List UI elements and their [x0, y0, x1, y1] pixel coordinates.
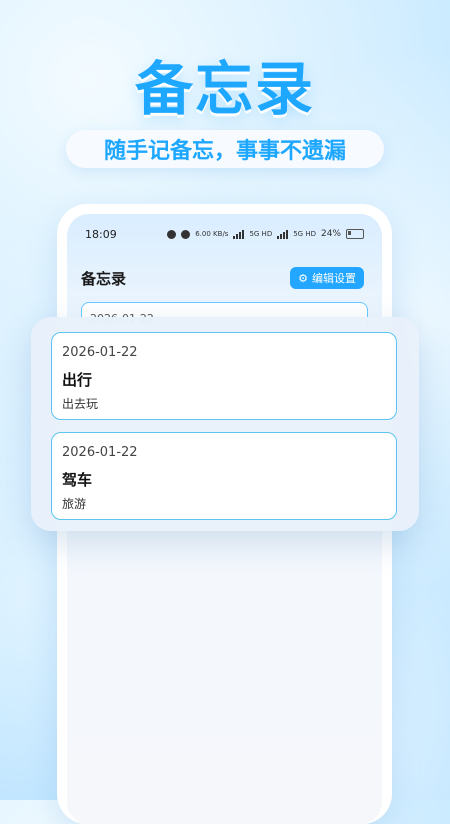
gear-icon: ⚙ [298, 271, 308, 285]
list-item[interactable]: 2026-01-22 驾车 旅游 [51, 432, 397, 520]
note-title: 驾车 [62, 471, 93, 489]
battery-icon [346, 229, 364, 239]
note-body: 出去玩 [62, 397, 99, 411]
status-bar: 18:09 6.00 KB/s 5G HD 5G HD 24% [85, 226, 364, 242]
note-title: 出行 [62, 371, 93, 389]
battery-percent: 24% [320, 229, 341, 239]
list-item[interactable]: 2026-01-22 出行 出去玩 [51, 332, 397, 420]
note-list-overlay: 2026-01-22 出行 出去玩 2026-01-22 驾车 旅游 [31, 317, 419, 531]
status-time: 18:09 [85, 227, 117, 241]
hero-subtitle: 随手记备忘，事事不遗漏 [66, 130, 384, 168]
signal-icon [233, 229, 245, 239]
edit-settings-button[interactable]: ⚙ 编辑设置 [290, 267, 364, 289]
page-title: 备忘录 [81, 270, 127, 288]
signal-icon-2 [277, 229, 289, 239]
network-label-1: 5G HD [249, 230, 273, 238]
status-icons: 6.00 KB/s 5G HD 5G HD 24% [167, 229, 364, 239]
note-date: 2026-01-22 [62, 445, 138, 460]
hero-title: 备忘录 [134, 55, 315, 123]
mute-icon [181, 229, 191, 239]
note-date: 2026-01-22 [62, 345, 138, 360]
edit-settings-label: 编辑设置 [312, 272, 356, 285]
alarm-icon [167, 229, 177, 239]
note-body: 旅游 [62, 497, 87, 511]
network-label-2: 5G HD [293, 230, 316, 238]
network-speed: 6.00 KB/s [195, 230, 229, 238]
